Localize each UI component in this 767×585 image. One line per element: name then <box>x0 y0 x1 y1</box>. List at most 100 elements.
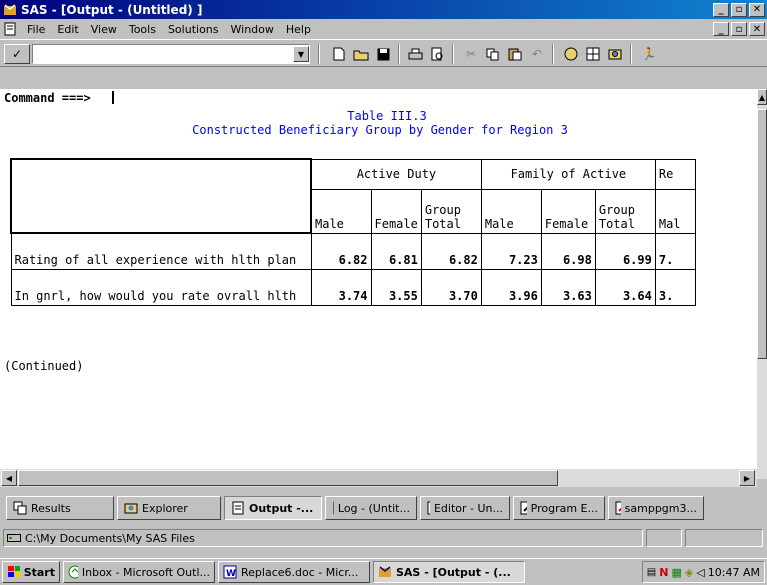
taskbar-item-label: SAS - [Output - (... <box>396 565 511 579</box>
table-row: In gnrl, how would you rate ovrall hlth … <box>10 268 696 306</box>
scroll-left-button[interactable]: ◀ <box>1 470 17 486</box>
table-cell: 3. <box>654 268 696 306</box>
program-editor-icon <box>520 501 527 515</box>
open-icon[interactable] <box>352 46 370 62</box>
command-prompt: Command ===> <box>4 91 91 105</box>
sas-icon <box>379 566 391 577</box>
doc-minimize-button[interactable]: _ <box>713 22 729 36</box>
table-group-header-row: Active Duty Family of Active Re <box>10 158 696 234</box>
chevron-down-icon[interactable]: ▼ <box>293 46 309 62</box>
start-label: Start <box>23 565 55 579</box>
table-cell: 6.81 <box>370 232 422 270</box>
volume-tray-icon[interactable]: ◈ <box>685 566 693 579</box>
print-icon[interactable] <box>406 46 424 62</box>
network-tray-icon[interactable]: ▤ <box>647 567 656 578</box>
tab-program[interactable]: samppgm3... <box>608 496 704 520</box>
table-cell: 3.74 <box>310 268 372 306</box>
column-header: Mal <box>654 188 696 234</box>
taskbar-item-label: Inbox - Microsoft Outl... <box>81 565 210 579</box>
menu-view[interactable]: View <box>85 23 123 36</box>
print-preview-icon[interactable] <box>428 46 446 62</box>
taskbar-item-sas[interactable]: SAS - [Output - (... <box>373 561 525 583</box>
cut-icon[interactable]: ✂ <box>462 46 480 62</box>
tab-editor[interactable]: Editor - Un... <box>420 496 510 520</box>
svg-text:W: W <box>226 569 236 579</box>
current-folder-path: C:\My Documents\My SAS Files <box>25 531 195 545</box>
start-button[interactable]: Start <box>2 561 60 583</box>
windows-logo-icon <box>8 566 20 577</box>
new-icon[interactable] <box>330 46 348 62</box>
run-icon[interactable]: 🏃 <box>640 46 658 62</box>
tab-program-editor[interactable]: Program E... <box>513 496 605 520</box>
column-header: Male <box>310 188 372 234</box>
table-cell: 6.98 <box>540 232 596 270</box>
tab-label: Program E... <box>530 501 598 515</box>
command-box[interactable]: ▼ <box>32 44 310 64</box>
taskbar-item-label: Replace6.doc - Micr... <box>241 565 359 579</box>
minimize-button[interactable]: _ <box>713 2 729 17</box>
table-cell: 3.55 <box>370 268 422 306</box>
table-cell: 3.96 <box>480 268 542 306</box>
menu-edit[interactable]: Edit <box>51 23 84 36</box>
window-title: SAS - [Output - (Untitled) ] <box>21 2 203 17</box>
copy-icon[interactable] <box>484 46 502 62</box>
column-header: Group Total <box>420 188 482 234</box>
doc-restore-button[interactable]: ▫ <box>731 22 747 36</box>
table-cell: 3.70 <box>420 268 482 306</box>
vertical-scrollbar[interactable]: ▲ <box>757 89 767 479</box>
library-icon[interactable] <box>584 46 602 62</box>
output-window[interactable]: Command ===> Table III.3 Constructed Ben… <box>0 89 757 469</box>
undo-icon[interactable]: ↶ <box>528 46 546 62</box>
sas-app-icon <box>4 3 16 15</box>
document-icon <box>4 22 16 36</box>
menu-window[interactable]: Window <box>225 23 280 36</box>
clock[interactable]: 10:47 AM <box>708 566 760 579</box>
menu-file[interactable]: File <box>21 23 51 36</box>
grid-tray-icon[interactable]: ▦ <box>671 566 681 579</box>
scroll-up-button[interactable]: ▲ <box>757 89 767 105</box>
taskbar-item-word[interactable]: W Replace6.doc - Micr... <box>218 561 370 583</box>
menu-solutions[interactable]: Solutions <box>162 23 225 36</box>
toolbar-separator <box>398 44 400 64</box>
tab-label: Output -... <box>249 501 314 515</box>
taskbar-item-outlook[interactable]: Inbox - Microsoft Outl... <box>63 561 215 583</box>
column-header: Male <box>480 188 542 234</box>
status-panel <box>685 529 763 547</box>
paste-icon[interactable] <box>506 46 524 62</box>
table-cell: 6.82 <box>420 232 482 270</box>
drive-icon <box>7 534 21 542</box>
outlook-icon <box>68 565 78 579</box>
log-icon <box>333 501 334 515</box>
toolbar-separator <box>452 44 454 64</box>
scroll-thumb-horizontal[interactable] <box>18 470 558 486</box>
tab-results[interactable]: Results <box>6 496 114 520</box>
table-title: Table III.3 <box>347 109 427 123</box>
row-label: Rating of all experience with hlth plan <box>10 232 312 270</box>
table-cell: 6.82 <box>310 232 372 270</box>
table-cell: 7.23 <box>480 232 542 270</box>
maximize-button[interactable]: ▫ <box>731 2 747 17</box>
tab-output[interactable]: Output -... <box>224 496 322 520</box>
explorer-icon[interactable] <box>606 46 624 62</box>
column-header: Female <box>540 188 596 234</box>
tab-label: samppgm3... <box>624 501 697 515</box>
scroll-right-button[interactable]: ▶ <box>739 470 755 486</box>
group-header: Family of Active <box>480 158 656 190</box>
toolbar-separator <box>630 44 632 64</box>
doc-close-button[interactable]: ✕ <box>749 22 765 36</box>
word-icon: W <box>223 565 237 579</box>
close-button[interactable]: ✕ <box>749 2 765 17</box>
tab-explorer[interactable]: Explorer <box>117 496 221 520</box>
menu-bar: File Edit View Tools Solutions Window He… <box>0 20 767 38</box>
norton-tray-icon[interactable]: N <box>659 566 668 579</box>
submit-check-button[interactable]: ✓ <box>4 44 30 64</box>
scroll-thumb[interactable] <box>757 109 767 359</box>
tab-log[interactable]: Log - (Untit... <box>325 496 417 520</box>
horizontal-scrollbar[interactable]: ◀ ▶ <box>0 469 757 487</box>
help-icon[interactable] <box>562 46 580 62</box>
save-icon[interactable] <box>374 46 392 62</box>
speaker-tray-icon[interactable]: ◁ <box>696 566 704 579</box>
menu-tools[interactable]: Tools <box>123 23 162 36</box>
menu-help[interactable]: Help <box>280 23 317 36</box>
table-cell: 3.64 <box>594 268 656 306</box>
